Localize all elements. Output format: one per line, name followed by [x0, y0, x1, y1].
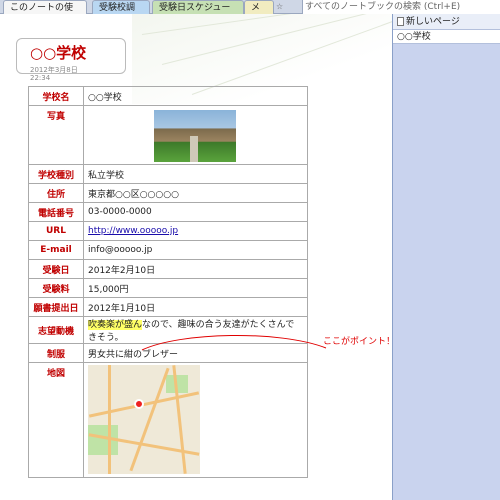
row-value-map: [83, 362, 308, 478]
table-row: 写真: [28, 105, 308, 165]
row-label: 制服: [28, 343, 84, 363]
page-date: 2012年3月8日: [30, 66, 78, 74]
tab-exam-schedule[interactable]: 受験日スケジュール: [152, 0, 244, 27]
row-value-type[interactable]: 私立学校: [83, 164, 308, 184]
table-row: 電話番号 03-0000-0000: [28, 202, 308, 222]
section-tab-bar: このノートの使い方 受験校調査 受験日スケジュール メモ ☆ すべてのノートブッ…: [0, 0, 500, 27]
row-value-email[interactable]: info@ooooo.jp: [83, 240, 308, 260]
row-value-photo: [83, 105, 308, 165]
row-label: URL: [28, 221, 84, 241]
row-label: 学校名: [28, 86, 84, 106]
star-tab-icon[interactable]: ☆: [276, 2, 283, 11]
search-input[interactable]: すべてのノートブックの検索 (Ctrl+E): [302, 0, 500, 14]
row-label: E-mail: [28, 240, 84, 260]
table-row: 願書提出日 2012年1月10日: [28, 297, 308, 317]
tab-how-to-use[interactable]: このノートの使い方: [3, 0, 87, 27]
highlighted-text: 吹奏楽が盛ん: [88, 320, 143, 330]
page-list-item[interactable]: ○○学校: [393, 30, 500, 44]
callout-curve: [141, 335, 327, 351]
row-value-school-name[interactable]: ○○学校: [83, 86, 308, 106]
callout-text: ここがポイント！: [323, 337, 396, 347]
school-photo-image[interactable]: [154, 110, 236, 162]
row-label: 学校種別: [28, 164, 84, 184]
row-label: 住所: [28, 183, 84, 203]
page-title[interactable]: ○○学校: [30, 42, 86, 63]
url-link[interactable]: http://www.ooooo.jp: [88, 226, 178, 236]
page-timestamp: 2012年3月8日 22:34: [30, 66, 78, 82]
row-value-url: http://www.ooooo.jp: [83, 221, 308, 241]
row-label: 地図: [28, 362, 84, 478]
table-row: 学校種別 私立学校: [28, 164, 308, 184]
page-time: 22:34: [30, 74, 51, 82]
map-image[interactable]: [88, 365, 200, 474]
row-label: 願書提出日: [28, 297, 84, 317]
table-row: 学校名 ○○学校: [28, 86, 308, 106]
row-value-fee[interactable]: 15,000円: [83, 278, 308, 298]
map-pin-icon: [134, 399, 144, 409]
new-page-icon: [397, 17, 404, 26]
table-row: E-mail info@ooooo.jp: [28, 240, 308, 260]
page-canvas[interactable]: ○○学校 2012年3月8日 22:34 学校名 ○○学校 写真 学校種別 私立…: [0, 14, 392, 500]
page-list-pane: 新しいページ ○○学校: [392, 14, 500, 500]
new-page-label: 新しいページ: [406, 16, 460, 27]
table-row: URL http://www.ooooo.jp: [28, 221, 308, 241]
table-row: 受験日 2012年2月10日: [28, 259, 308, 279]
row-label: 受験日: [28, 259, 84, 279]
table-row: 地図: [28, 362, 308, 478]
school-info-table: 学校名 ○○学校 写真 学校種別 私立学校 住所 東京都○○区○○○○○ 電話番…: [28, 86, 308, 478]
new-page-button[interactable]: 新しいページ: [393, 14, 500, 30]
row-label: 志望動機: [28, 316, 84, 344]
row-value-deadline[interactable]: 2012年1月10日: [83, 297, 308, 317]
table-row: 住所 東京都○○区○○○○○: [28, 183, 308, 203]
row-label: 写真: [28, 105, 84, 165]
tab-school-research[interactable]: 受験校調査: [92, 0, 150, 27]
row-value-address[interactable]: 東京都○○区○○○○○: [83, 183, 308, 203]
row-label: 受験料: [28, 278, 84, 298]
row-value-phone[interactable]: 03-0000-0000: [83, 202, 308, 222]
table-row: 受験料 15,000円: [28, 278, 308, 298]
tab-memo[interactable]: メモ: [244, 0, 274, 27]
row-value-exam-date[interactable]: 2012年2月10日: [83, 259, 308, 279]
row-label: 電話番号: [28, 202, 84, 222]
